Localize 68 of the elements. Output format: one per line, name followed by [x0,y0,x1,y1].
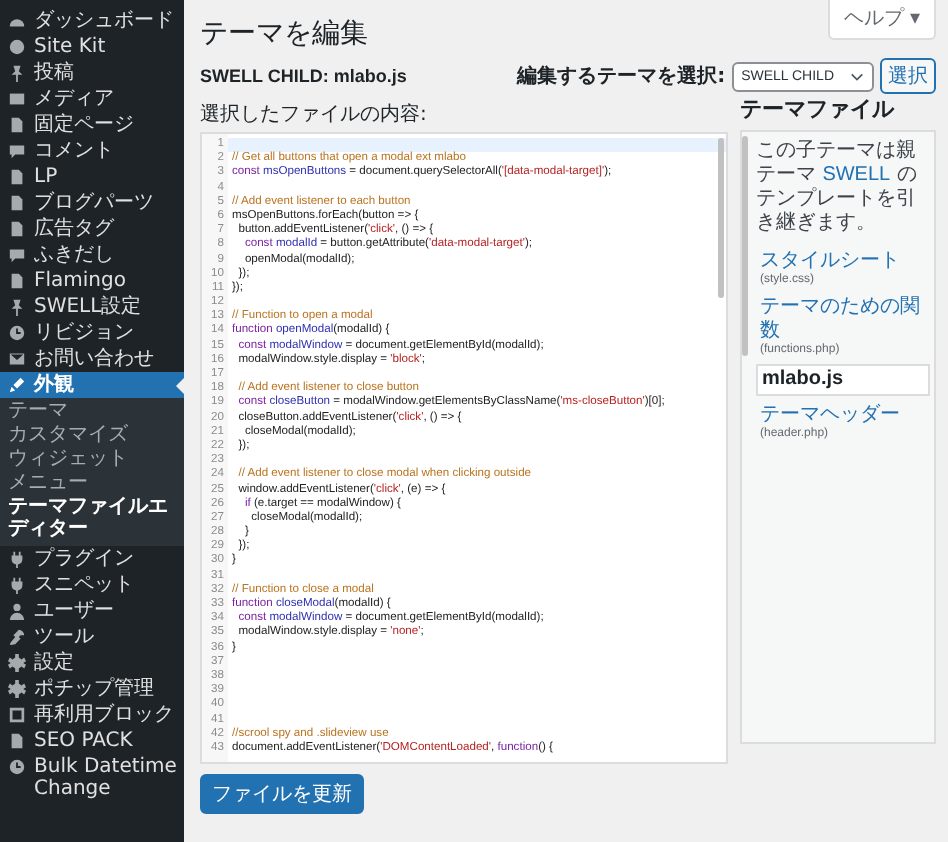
parent-theme-link[interactable]: SWELL [822,164,891,186]
submenu-item[interactable]: テーマファイルエディター [0,496,184,542]
menu-item[interactable]: ツール [0,624,184,650]
file-link[interactable]: mlabo.js [756,364,930,396]
submenu-item[interactable]: ウィジェット [0,448,184,472]
menu-item[interactable]: 再利用ブロック [0,702,184,728]
user-icon [8,602,26,620]
file-name: mlabo.js [762,368,846,392]
menu-item[interactable]: ダッシュボード [0,8,184,34]
content-label: 選択したファイルの内容: [200,101,429,128]
code-editor[interactable] [200,132,728,764]
menu-item[interactable]: スニペット [0,572,184,598]
submenu-item[interactable]: テーマ [0,400,184,424]
menu-item[interactable]: 広告タグ [0,216,184,242]
menu-item[interactable]: プラグイン [0,546,184,572]
file-title: SWELL CHILD: mlabo.js [200,66,407,86]
submenu-item[interactable]: メニュー [0,472,184,496]
menu-item[interactable]: Flamingo [0,268,184,294]
menu-item[interactable]: 設定 [0,650,184,676]
photo-icon [8,90,26,108]
menu-item[interactable]: ポチップ管理 [0,676,184,702]
menu-item[interactable]: ユーザー [0,598,184,624]
clock-icon [8,758,26,776]
clock-icon [8,324,26,342]
wrench-icon [8,628,26,646]
menu-item[interactable]: 固定ページ [0,112,184,138]
menu-item[interactable]: お問い合わせ [0,346,184,372]
gear-icon [8,680,26,698]
menu-item[interactable]: コメント [0,138,184,164]
menu-item[interactable]: ふきだし [0,242,184,268]
page-title: テーマを編集 [200,16,368,52]
theme-select-label: 編集するテーマを選択: [517,63,726,90]
block-icon [8,706,26,724]
theme-description: この子テーマは親テーマ SWELL のテンプレートを引き継ぎます。 [756,140,919,236]
circle-icon [8,38,26,56]
file-name: テーマのための関数 [760,296,922,343]
speech-bubble-icon [8,246,26,264]
submenu-item[interactable]: カスタマイズ [0,424,184,448]
chevron-down-icon [850,71,864,81]
menu-item[interactable]: SEO PACK [0,728,184,754]
panel-title: テーマファイル [740,94,896,124]
help-button[interactable]: ヘルプ ▾ [827,0,936,40]
update-file-button[interactable]: ファイルを更新 [200,774,364,814]
menu-item[interactable]: メディア [0,86,184,112]
gear-icon [8,654,26,672]
menu-item[interactable]: リビジョン [0,320,184,346]
file-name: スタイルシート [760,250,902,273]
menu-item[interactable]: SWELL設定 [0,294,184,320]
brush-icon [8,376,26,394]
speech-bubble-icon [8,142,26,160]
page-icon [8,732,26,750]
plug-icon [8,550,26,568]
menu-item[interactable]: ブログパーツ [0,190,184,216]
pin-icon [8,298,26,316]
menu-item[interactable]: Bulk Datetime Change [0,754,184,802]
select-button[interactable]: 選択 [880,58,936,94]
scrollbar[interactable] [742,136,748,356]
scrollbar[interactable] [718,138,724,298]
menu-item[interactable]: 外観 [0,372,184,398]
page-icon [8,272,26,290]
plug-icon [8,576,26,594]
page-icon [8,116,26,134]
envelope-icon [8,350,26,368]
pin-icon [8,64,26,82]
menu-item[interactable]: LP [0,164,184,190]
file-name: テーマヘッダー [760,404,902,427]
menu-item[interactable]: 投稿 [0,60,184,86]
menu-item[interactable]: Site Kit [0,34,184,60]
